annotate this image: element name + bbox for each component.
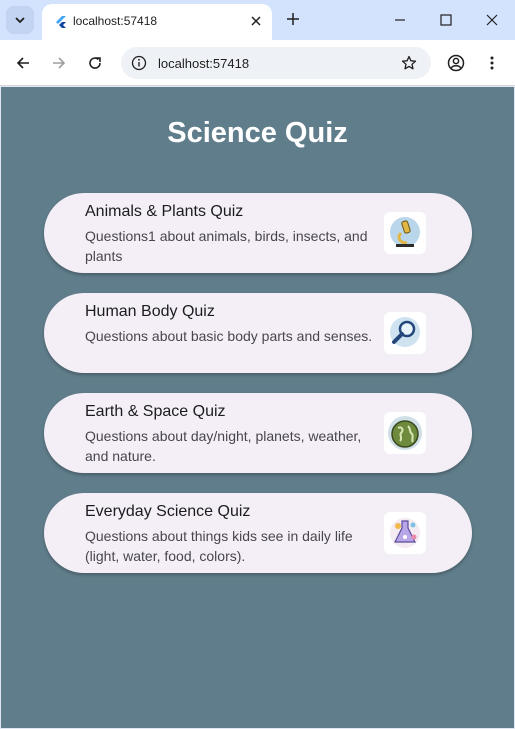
url-text: localhost:57418 xyxy=(158,56,250,71)
close-window-button[interactable] xyxy=(480,8,504,32)
reload-button[interactable] xyxy=(84,52,106,74)
quiz-title: Earth & Space Quiz xyxy=(85,403,226,420)
more-icon xyxy=(490,56,494,70)
quiz-thumbnail xyxy=(384,512,426,554)
back-icon xyxy=(16,57,29,69)
quiz-thumbnail xyxy=(384,312,426,354)
tab-strip: localhost:57418 xyxy=(0,0,515,40)
quiz-thumbnail xyxy=(384,412,426,454)
quiz-title: Animals & Plants Quiz xyxy=(85,203,244,220)
maximize-button[interactable] xyxy=(434,8,458,32)
site-info-icon xyxy=(131,55,147,71)
star-icon xyxy=(401,55,417,70)
page-title: Science Quiz xyxy=(167,117,348,149)
back-button[interactable] xyxy=(12,52,34,74)
minimize-button[interactable] xyxy=(388,8,412,32)
browser-toolbar: localhost:57418 xyxy=(0,40,515,86)
quiz-list: Animals & Plants Quiz Questions1 about a… xyxy=(44,193,472,593)
plus-icon xyxy=(287,13,299,25)
magnifier-icon xyxy=(390,317,420,347)
quiz-card-human-body[interactable]: Human Body Quiz Questions about basic bo… xyxy=(44,293,472,373)
tab-title: localhost:57418 xyxy=(73,14,158,28)
close-window-icon xyxy=(486,14,498,26)
close-tab-button[interactable] xyxy=(248,13,264,29)
quiz-description: Questions1 about animals, birds, insects… xyxy=(85,228,368,264)
close-icon xyxy=(251,16,261,26)
quiz-title: Everyday Science Quiz xyxy=(85,503,251,520)
forward-button[interactable] xyxy=(48,52,70,74)
site-info-button[interactable] xyxy=(130,54,148,72)
quiz-title: Human Body Quiz xyxy=(85,303,215,320)
reload-icon xyxy=(89,57,101,69)
microscope-icon xyxy=(390,217,420,247)
science-flask-icon xyxy=(390,518,420,548)
profile-button[interactable] xyxy=(445,52,467,74)
quiz-card-everyday-science[interactable]: Everyday Science Quiz Questions about th… xyxy=(44,493,472,573)
minimize-icon xyxy=(395,19,405,21)
chevron-down-icon xyxy=(15,17,25,24)
quiz-description: Questions about things kids see in daily… xyxy=(85,528,353,564)
maximize-icon xyxy=(440,14,452,26)
new-tab-button[interactable] xyxy=(283,9,303,29)
quiz-description: Questions about basic body parts and sen… xyxy=(85,328,373,344)
quiz-description: Questions about day/night, planets, weat… xyxy=(85,428,362,464)
more-menu-button[interactable] xyxy=(481,52,503,74)
forward-icon xyxy=(53,57,66,69)
quiz-card-animals-plants[interactable]: Animals & Plants Quiz Questions1 about a… xyxy=(44,193,472,273)
profile-icon xyxy=(447,54,465,72)
app-viewport: Science Quiz Animals & Plants Quiz Quest… xyxy=(1,87,514,728)
bookmark-button[interactable] xyxy=(400,54,418,72)
quiz-thumbnail xyxy=(384,212,426,254)
globe-icon xyxy=(388,416,422,450)
quiz-card-earth-space[interactable]: Earth & Space Quiz Questions about day/n… xyxy=(44,393,472,473)
browser-tab[interactable]: localhost:57418 xyxy=(42,4,272,40)
address-bar[interactable]: localhost:57418 xyxy=(121,47,431,79)
tab-search-button[interactable] xyxy=(6,6,34,34)
flutter-icon xyxy=(56,16,66,28)
